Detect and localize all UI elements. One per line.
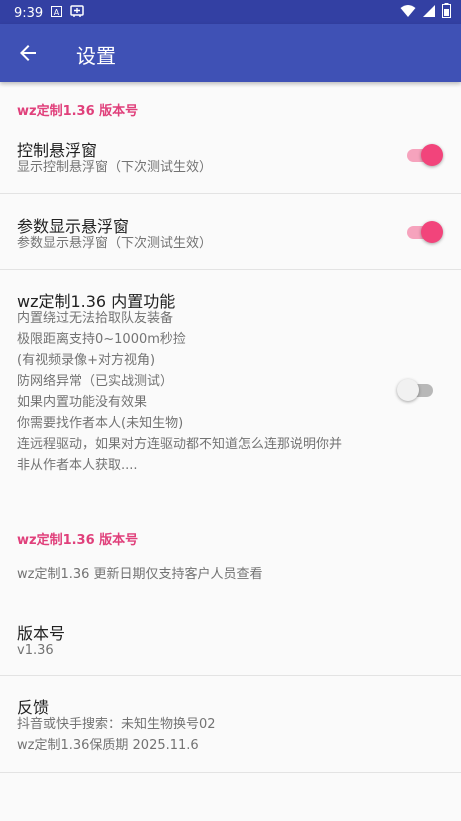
app-notification-icon bbox=[70, 4, 84, 22]
summary-line: 连远程驱动，如果对方连驱动都不知道怎么连那说明你并 bbox=[17, 437, 343, 452]
wifi-icon bbox=[400, 4, 416, 22]
summary-line: 极限距离支持0~1000m秒捡 bbox=[17, 332, 186, 347]
pref-summary-version: v1.36 bbox=[17, 643, 54, 658]
pref-summary-builtin-features: 内置绕过无法拾取队友装备 极限距离支持0~1000m秒捡 (有视频录像+对方视角… bbox=[17, 308, 387, 476]
summary-line: wz定制1.36保质期 2025.11.6 bbox=[17, 738, 199, 753]
switch-thumb bbox=[421, 221, 443, 243]
divider bbox=[0, 772, 461, 773]
battery-icon bbox=[442, 3, 451, 22]
page-title: 设置 bbox=[76, 44, 116, 68]
switch-thumb bbox=[397, 379, 419, 401]
summary-line: 抖音或快手搜索：未知生物换号02 bbox=[17, 717, 216, 732]
pref-row-version[interactable] bbox=[0, 602, 461, 675]
summary-line: 防网络异常（已实战测试） bbox=[17, 374, 174, 389]
summary-line: 非从作者本人获取.... bbox=[17, 458, 138, 473]
pref-summary-control-float: 显示控制悬浮窗（下次测试生效） bbox=[17, 160, 213, 175]
switch-param-float[interactable] bbox=[403, 220, 443, 244]
pref-summary-param-float: 参数显示悬浮窗（下次测试生效） bbox=[17, 236, 213, 251]
pref-summary-feedback: 抖音或快手搜索：未知生物换号02 wz定制1.36保质期 2025.11.6 bbox=[17, 714, 216, 756]
arrow-left-icon bbox=[20, 45, 36, 61]
category-header-1: wz定制1.36 版本号 bbox=[17, 104, 139, 119]
svg-text:A: A bbox=[54, 8, 60, 17]
status-time: 9:39 bbox=[14, 5, 44, 21]
switch-control-float[interactable] bbox=[403, 143, 443, 167]
summary-line: (有视频录像+对方视角) bbox=[17, 353, 156, 368]
back-button[interactable] bbox=[16, 41, 40, 65]
summary-line: 你需要找作者本人(未知生物) bbox=[17, 416, 184, 431]
app-bar: 设置 bbox=[0, 24, 461, 82]
summary-line: 内置绕过无法拾取队友装备 bbox=[17, 311, 174, 326]
a-icon: A bbox=[51, 5, 63, 21]
switch-thumb bbox=[421, 144, 443, 166]
switch-builtin-features[interactable] bbox=[397, 378, 437, 402]
signal-icon bbox=[422, 4, 436, 22]
status-bar: 9:39 A bbox=[0, 0, 461, 24]
summary-line: 如果内置功能没有效果 bbox=[17, 395, 148, 410]
pref-summary-update-date: wz定制1.36 更新日期仅支持客户人员查看 bbox=[17, 567, 263, 582]
category-header-2: wz定制1.36 版本号 bbox=[17, 533, 139, 548]
